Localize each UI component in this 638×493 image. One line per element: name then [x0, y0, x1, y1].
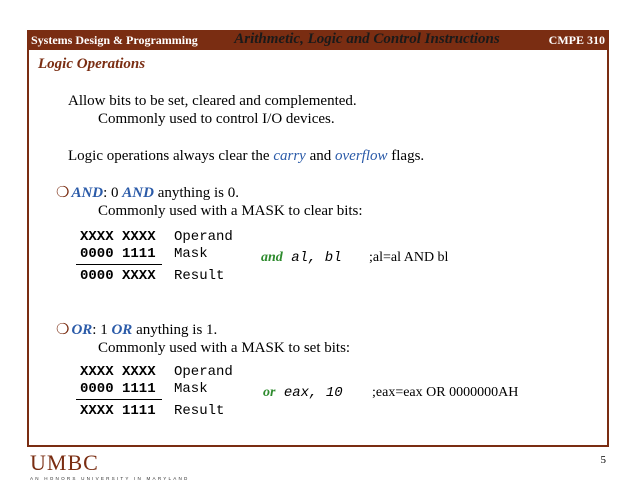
section-title: Logic Operations — [38, 56, 146, 72]
and-keyword-2: AND — [122, 185, 154, 201]
and-mask-label: Mask — [174, 246, 208, 262]
and-opcode: and — [261, 250, 283, 265]
or-text-mid: : 1 — [92, 322, 112, 338]
bullet-icon: ❍ — [56, 185, 70, 201]
intro-line-3: Logic operations always clear the carry … — [68, 148, 424, 165]
page-number: 5 — [600, 454, 607, 466]
and-result-bits: 0000 XXXX — [80, 268, 156, 284]
or-comment: ;eax=eax OR 0000000AH — [372, 385, 519, 400]
bullet-icon: ❍ — [56, 322, 70, 338]
logo-tagline: AN HONORS UNIVERSITY IN MARYLAND — [30, 476, 190, 481]
intro-line-3-pre: Logic operations always clear the — [68, 148, 274, 164]
course-code: CMPE 310 — [548, 33, 605, 47]
and-text-mid: : 0 — [103, 185, 123, 201]
and-comment: ;al=al AND bl — [369, 250, 449, 265]
and-operands: al, bl — [282, 250, 342, 266]
or-keyword: OR — [71, 322, 93, 338]
or-mask-label: Mask — [174, 381, 208, 397]
intro-line-1: Allow bits to be set, cleared and comple… — [68, 93, 357, 109]
intro-line-3-mid: and — [305, 148, 336, 164]
or-result-label: Result — [174, 403, 225, 419]
and-result-label: Result — [174, 268, 225, 284]
or-operand-bits: XXXX XXXX — [80, 364, 156, 380]
course-title: Systems Design & Programming — [31, 33, 198, 47]
and-operand-bits: XXXX XXXX — [80, 229, 156, 245]
intro-line-2: Commonly used to control I/O devices. — [98, 111, 335, 127]
or-operands: eax, 10 — [275, 385, 343, 401]
or-opcode: or — [263, 385, 276, 400]
and-result-rule — [76, 264, 162, 265]
or-instruction: or eax, 10 — [263, 385, 343, 401]
or-text-post: anything is 1. — [132, 322, 218, 338]
slide-header: Systems Design & Programming Arithmetic,… — [27, 30, 609, 50]
or-bullet: ❍ OR: 1 OR anything is 1. — [56, 320, 217, 339]
and-operand-label: Operand — [174, 229, 233, 245]
or-description: Commonly used with a MASK to set bits: — [98, 340, 351, 356]
or-result-rule — [76, 399, 162, 400]
or-result-bits: XXXX 1111 — [80, 403, 156, 419]
or-keyword-2: OR — [111, 322, 133, 338]
and-mask-bits: 0000 1111 — [80, 246, 156, 262]
and-keyword: AND — [71, 185, 104, 201]
and-instruction: and al, bl — [261, 250, 342, 266]
or-mask-bits: 0000 1111 — [80, 381, 156, 397]
slide-topic: Arithmetic, Logic and Control Instructio… — [234, 31, 500, 47]
logo-wordmark: UMBC — [30, 450, 99, 475]
and-text-post: anything is 0. — [153, 185, 239, 201]
overflow-term: overflow — [335, 148, 388, 164]
or-operand-label: Operand — [174, 364, 233, 380]
intro-line-3-post: flags. — [387, 148, 425, 164]
carry-term: carry — [273, 148, 306, 164]
umbc-logo: UMBC AN HONORS UNIVERSITY IN MARYLAND — [30, 450, 190, 482]
and-description: Commonly used with a MASK to clear bits: — [98, 203, 363, 219]
and-bullet: ❍ AND: 0 AND anything is 0. — [56, 183, 239, 202]
